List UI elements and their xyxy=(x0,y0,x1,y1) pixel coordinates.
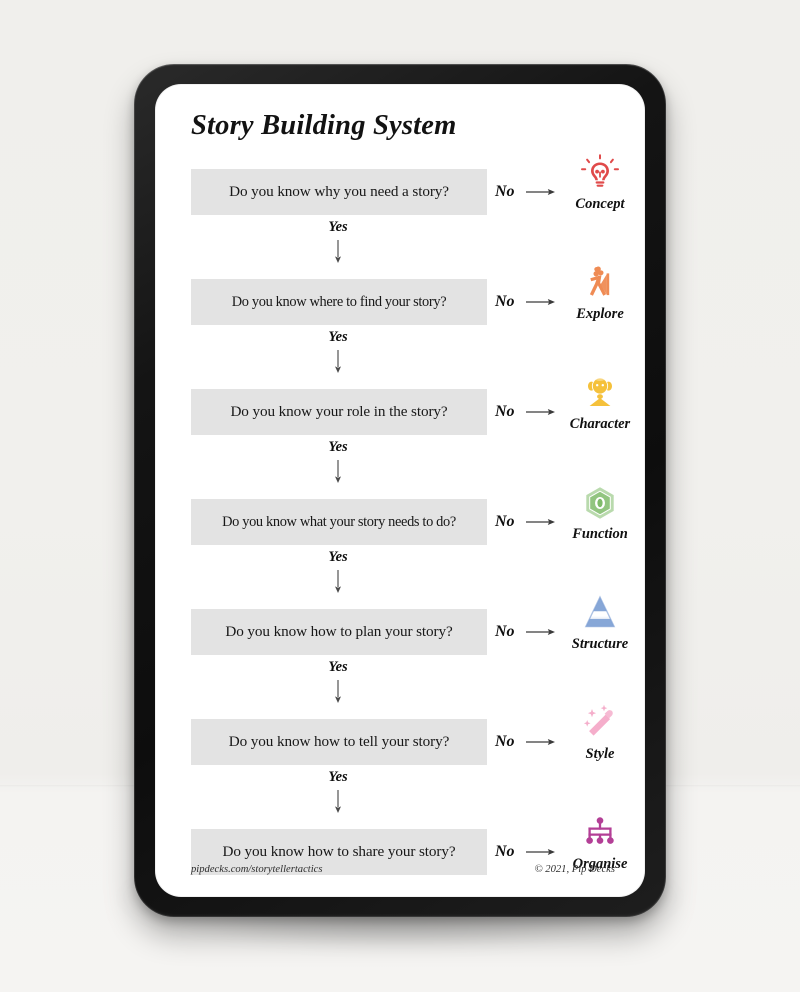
tactic-label: Concept xyxy=(575,196,625,212)
question-box[interactable]: Do you know where to find your story? xyxy=(191,279,487,325)
question-text: Do you know how to plan your story? xyxy=(225,623,453,640)
question-text: Do you know how to share your story? xyxy=(222,843,456,860)
question-text: Do you know how to tell your story? xyxy=(228,733,450,750)
yes-connector-3: Yes xyxy=(283,435,393,499)
yes-branch-label: Yes xyxy=(328,329,348,345)
yes-branch-label: Yes xyxy=(328,769,348,785)
flow-step-2: Do you know where to find your story? No E… xyxy=(155,266,645,325)
tactic-label: Explore xyxy=(576,306,624,322)
no-branch-label: No xyxy=(495,403,515,420)
yes-connector-4: Yes xyxy=(283,545,393,609)
footer-url[interactable]: pipdecks.com/storytellertactics xyxy=(191,864,323,875)
magic-wand-icon xyxy=(580,703,620,743)
tactic-character[interactable]: Character xyxy=(555,373,645,451)
question-text: Do you know why you need a story? xyxy=(229,183,449,200)
question-box[interactable]: Do you know what your story needs to do? xyxy=(191,499,487,545)
tactic-concept[interactable]: Concept xyxy=(555,153,645,231)
question-box[interactable]: Do you know your role in the story? xyxy=(191,389,487,435)
yes-connector-1: Yes xyxy=(283,215,393,279)
arrow-down-icon xyxy=(332,240,344,264)
hex-nut-icon xyxy=(580,483,620,523)
yes-branch-label: Yes xyxy=(328,549,348,565)
tactic-structure[interactable]: Structure xyxy=(555,593,645,671)
explorer-flag-icon xyxy=(580,263,620,303)
yes-branch-label: Yes xyxy=(328,219,348,235)
tactic-explore[interactable]: Explore xyxy=(555,263,645,341)
flow-step-3: Do you know your role in the story? No Cha… xyxy=(155,378,645,435)
question-text: Do you know what your story needs to do? xyxy=(222,513,456,530)
tactic-function[interactable]: Function xyxy=(555,483,645,561)
arrow-down-icon xyxy=(332,350,344,374)
arrow-down-icon xyxy=(332,790,344,814)
arrow-down-icon xyxy=(332,570,344,594)
no-branch-label: No xyxy=(495,623,515,640)
arrow-down-icon xyxy=(332,680,344,704)
flow-step-5: Do you know how to plan your story? No Str… xyxy=(155,595,645,655)
no-branch-label: No xyxy=(495,513,515,530)
yes-connector-6: Yes xyxy=(283,765,393,829)
arrow-down-icon xyxy=(332,460,344,484)
question-box[interactable]: Do you know why you need a story? xyxy=(191,169,487,215)
footer-copyright: © 2021, Pip Decks xyxy=(534,864,615,875)
tactic-label: Style xyxy=(585,746,615,762)
hierarchy-tree-icon xyxy=(580,813,620,853)
question-box[interactable]: Do you know how to tell your story? xyxy=(191,719,487,765)
tactic-label: Function xyxy=(572,526,628,542)
yes-connector-5: Yes xyxy=(283,655,393,719)
footer: pipdecks.com/storytellertactics © 2021, … xyxy=(191,864,615,875)
page-title: Story Building System xyxy=(191,110,457,141)
no-branch-label: No xyxy=(495,293,515,310)
question-text: Do you know where to find your story? xyxy=(231,293,447,310)
flow-step-1: Do you know why you need a story? No Conce… xyxy=(155,154,645,215)
yes-branch-label: Yes xyxy=(328,659,348,675)
tablet-device: Story Building System Do you know why yo… xyxy=(134,64,666,917)
lightbulb-icon xyxy=(580,153,620,193)
pyramid-icon xyxy=(580,593,620,633)
device-screen: Story Building System Do you know why yo… xyxy=(155,84,645,897)
no-branch-label: No xyxy=(495,733,515,750)
yes-connector-2: Yes xyxy=(283,325,393,389)
tactic-label: Structure xyxy=(571,636,629,652)
scene: Story Building System Do you know why yo… xyxy=(0,0,800,992)
tactic-style[interactable]: Style xyxy=(555,703,645,781)
tactic-organise[interactable]: Organise xyxy=(555,813,645,891)
person-icon xyxy=(580,373,620,413)
tactic-label: Character xyxy=(569,416,631,432)
flow-step-6: Do you know how to tell your story? No Sty… xyxy=(155,704,645,765)
question-text: Do you know your role in the story? xyxy=(230,403,448,420)
flow-step-4: Do you know what your story needs to do?… xyxy=(155,487,645,545)
yes-branch-label: Yes xyxy=(328,439,348,455)
no-branch-label: No xyxy=(495,183,515,200)
question-box[interactable]: Do you know how to plan your story? xyxy=(191,609,487,655)
